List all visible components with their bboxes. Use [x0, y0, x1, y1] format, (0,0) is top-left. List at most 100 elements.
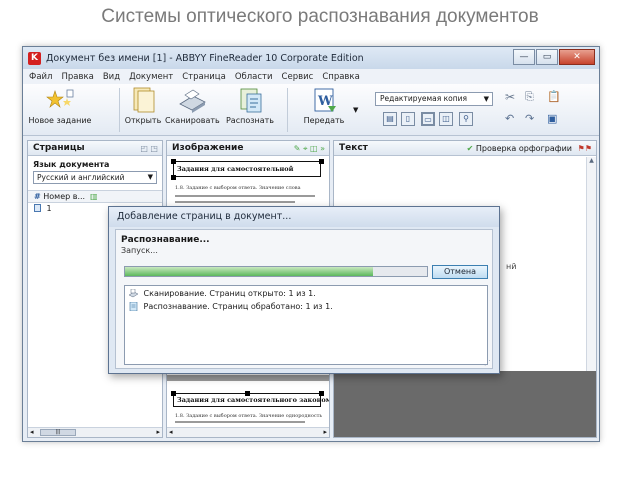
- scroll-left-icon[interactable]: ◂: [30, 428, 34, 437]
- recognize-page-icon: [129, 302, 138, 311]
- spell-check-icon: ✔: [466, 144, 474, 153]
- save-icon[interactable]: ▣: [547, 112, 557, 125]
- menu-file[interactable]: Файл: [29, 72, 52, 82]
- scroll-left-icon[interactable]: ◂: [169, 428, 173, 437]
- menu-document[interactable]: Документ: [129, 72, 173, 82]
- progress-fill: [125, 267, 373, 276]
- pages-panel-title: Страницы: [33, 143, 85, 153]
- area-handle[interactable]: [171, 175, 176, 180]
- resize-grip-icon[interactable]: ⋰: [484, 359, 491, 367]
- scroll-thumb[interactable]: |||: [40, 429, 76, 436]
- main-toolbar: Новое задание Открыть Сканировать Распоз…: [23, 84, 599, 136]
- menu-tools[interactable]: Сервис: [282, 72, 314, 82]
- text-fragment: нй: [506, 262, 517, 271]
- scroll-right-icon[interactable]: ▸: [323, 428, 327, 437]
- area-handle[interactable]: [171, 159, 176, 164]
- vertical-scrollbar[interactable]: ▲: [586, 157, 596, 371]
- menu-help[interactable]: Справка: [322, 72, 359, 82]
- copy-icon[interactable]: ⎘: [525, 90, 534, 104]
- page-number: 1: [46, 204, 52, 213]
- text-line-rule: [175, 201, 295, 203]
- recognize-icon: [240, 88, 262, 113]
- transfer-button[interactable]: W Передать: [299, 86, 349, 125]
- close-button[interactable]: ✕: [559, 49, 595, 65]
- word-document-icon: W: [314, 88, 336, 112]
- image-text-line: 1.8. Задание с выбором ответа. Значение …: [175, 413, 323, 419]
- redo-icon[interactable]: ↷: [525, 112, 534, 125]
- area-handle[interactable]: [171, 391, 176, 396]
- paste-icon[interactable]: 📋: [547, 90, 561, 103]
- text-panel-header: Текст ✔ Проверка орфографии ⚑⚑: [334, 141, 596, 156]
- log-text: Сканирование. Страниц открыто: 1 из 1.: [143, 289, 316, 298]
- menu-page[interactable]: Страница: [182, 72, 226, 82]
- toolbar-separator: [119, 88, 120, 132]
- text-panel-gray-area: [334, 371, 596, 437]
- pages-panel-header: Страницы ◰ ◳: [28, 141, 162, 156]
- zoom-icon[interactable]: ⚲: [459, 112, 473, 126]
- view-single-icon[interactable]: ▯: [401, 112, 415, 126]
- finereader-app-icon: K: [28, 51, 41, 65]
- image-scrollbar[interactable]: ◂ ▸: [167, 427, 329, 437]
- hash-icon: #: [34, 192, 41, 201]
- cut-icon[interactable]: ✂: [505, 90, 515, 104]
- recognize-label: Распознать: [225, 116, 274, 125]
- pages-list-header[interactable]: # Номер в... ▥: [28, 190, 162, 203]
- text-line-rule: [175, 421, 305, 423]
- open-document-icon: [133, 87, 155, 113]
- scanner-icon: [129, 289, 138, 298]
- open-button[interactable]: Открыть: [123, 86, 163, 125]
- transfer-label: Передать: [303, 116, 345, 125]
- view-page-icon[interactable]: ▭: [421, 112, 435, 126]
- thumbnail-view-icon[interactable]: ▥: [90, 191, 98, 203]
- menu-edit[interactable]: Правка: [61, 72, 93, 82]
- cancel-button[interactable]: Отмена: [432, 265, 488, 279]
- wizard-stars-icon: [46, 89, 74, 108]
- spell-check-label: Проверка орфографии: [475, 144, 572, 153]
- scan-label: Сканировать: [165, 116, 220, 125]
- image-panel-header: Изображение ✎ ⌖ ◫ »: [167, 141, 329, 156]
- log-text: Распознавание. Страниц обработано: 1 из …: [143, 302, 333, 311]
- area-handle[interactable]: [319, 159, 324, 164]
- transfer-dropdown-arrow-icon[interactable]: ▼: [353, 106, 358, 114]
- open-label: Открыть: [124, 116, 162, 125]
- new-task-button[interactable]: Новое задание: [27, 88, 93, 125]
- page-icon: [34, 204, 41, 212]
- text-panel-title: Текст: [339, 143, 368, 153]
- document-language-value: Русский и английский: [37, 173, 125, 182]
- recognition-progress-bar: [124, 266, 428, 277]
- minimize-button[interactable]: —: [513, 49, 535, 65]
- image-tools-icon[interactable]: ✎ ⌖ ◫ »: [294, 141, 325, 156]
- view-split-icon[interactable]: ◫: [439, 112, 453, 126]
- panel-options-icon[interactable]: ◰ ◳: [140, 141, 158, 156]
- spell-check-button[interactable]: ✔ Проверка орфографии: [467, 141, 572, 156]
- log-list: Сканирование. Страниц открыто: 1 из 1. Р…: [124, 285, 488, 365]
- scroll-right-icon[interactable]: ▸: [156, 428, 160, 437]
- scan-button[interactable]: Сканировать: [165, 86, 220, 125]
- document-language-select[interactable]: Русский и английский ▼: [33, 171, 157, 184]
- slide-title: Системы оптического распознавания докуме…: [101, 6, 539, 27]
- dialog-title: Добавление страниц в документ...: [109, 207, 499, 227]
- window-controls: — ▭ ✕: [512, 49, 595, 65]
- chevron-down-icon: ▼: [483, 95, 489, 103]
- image-text-line: 1.8. Задание с выбором ответа. Значение …: [175, 185, 301, 191]
- view-mode-icon[interactable]: ▤: [383, 112, 397, 126]
- new-task-label: Новое задание: [28, 116, 92, 125]
- recognize-button[interactable]: Распознать: [223, 86, 277, 125]
- window-titlebar[interactable]: K Документ без имени [1] - ABBYY FineRea…: [23, 47, 599, 69]
- scanner-icon: [179, 89, 206, 113]
- window-title: Документ без имени [1] - ABBYY FineReade…: [46, 52, 364, 64]
- scroll-up-icon[interactable]: ▲: [587, 157, 596, 164]
- list-item: Сканирование. Страниц открыто: 1 из 1.: [125, 288, 487, 299]
- image-panel-title: Изображение: [172, 143, 244, 153]
- format-select[interactable]: Редактируемая копия ▼: [375, 92, 493, 106]
- undo-icon[interactable]: ↶: [505, 112, 514, 125]
- maximize-button[interactable]: ▭: [536, 49, 558, 65]
- chevron-down-icon: ▼: [147, 173, 153, 181]
- error-navigation-icon[interactable]: ⚑⚑: [578, 141, 592, 156]
- image-caption-bottom: Задания для самостоятельного закономерно…: [177, 396, 330, 404]
- horizontal-scrollbar[interactable]: ◂ ||| ▸: [28, 427, 162, 437]
- image-caption-top: Задания для самостоятельной: [177, 165, 294, 173]
- menu-view[interactable]: Вид: [103, 72, 120, 82]
- menu-areas[interactable]: Области: [235, 72, 273, 82]
- text-line-rule: [175, 195, 315, 197]
